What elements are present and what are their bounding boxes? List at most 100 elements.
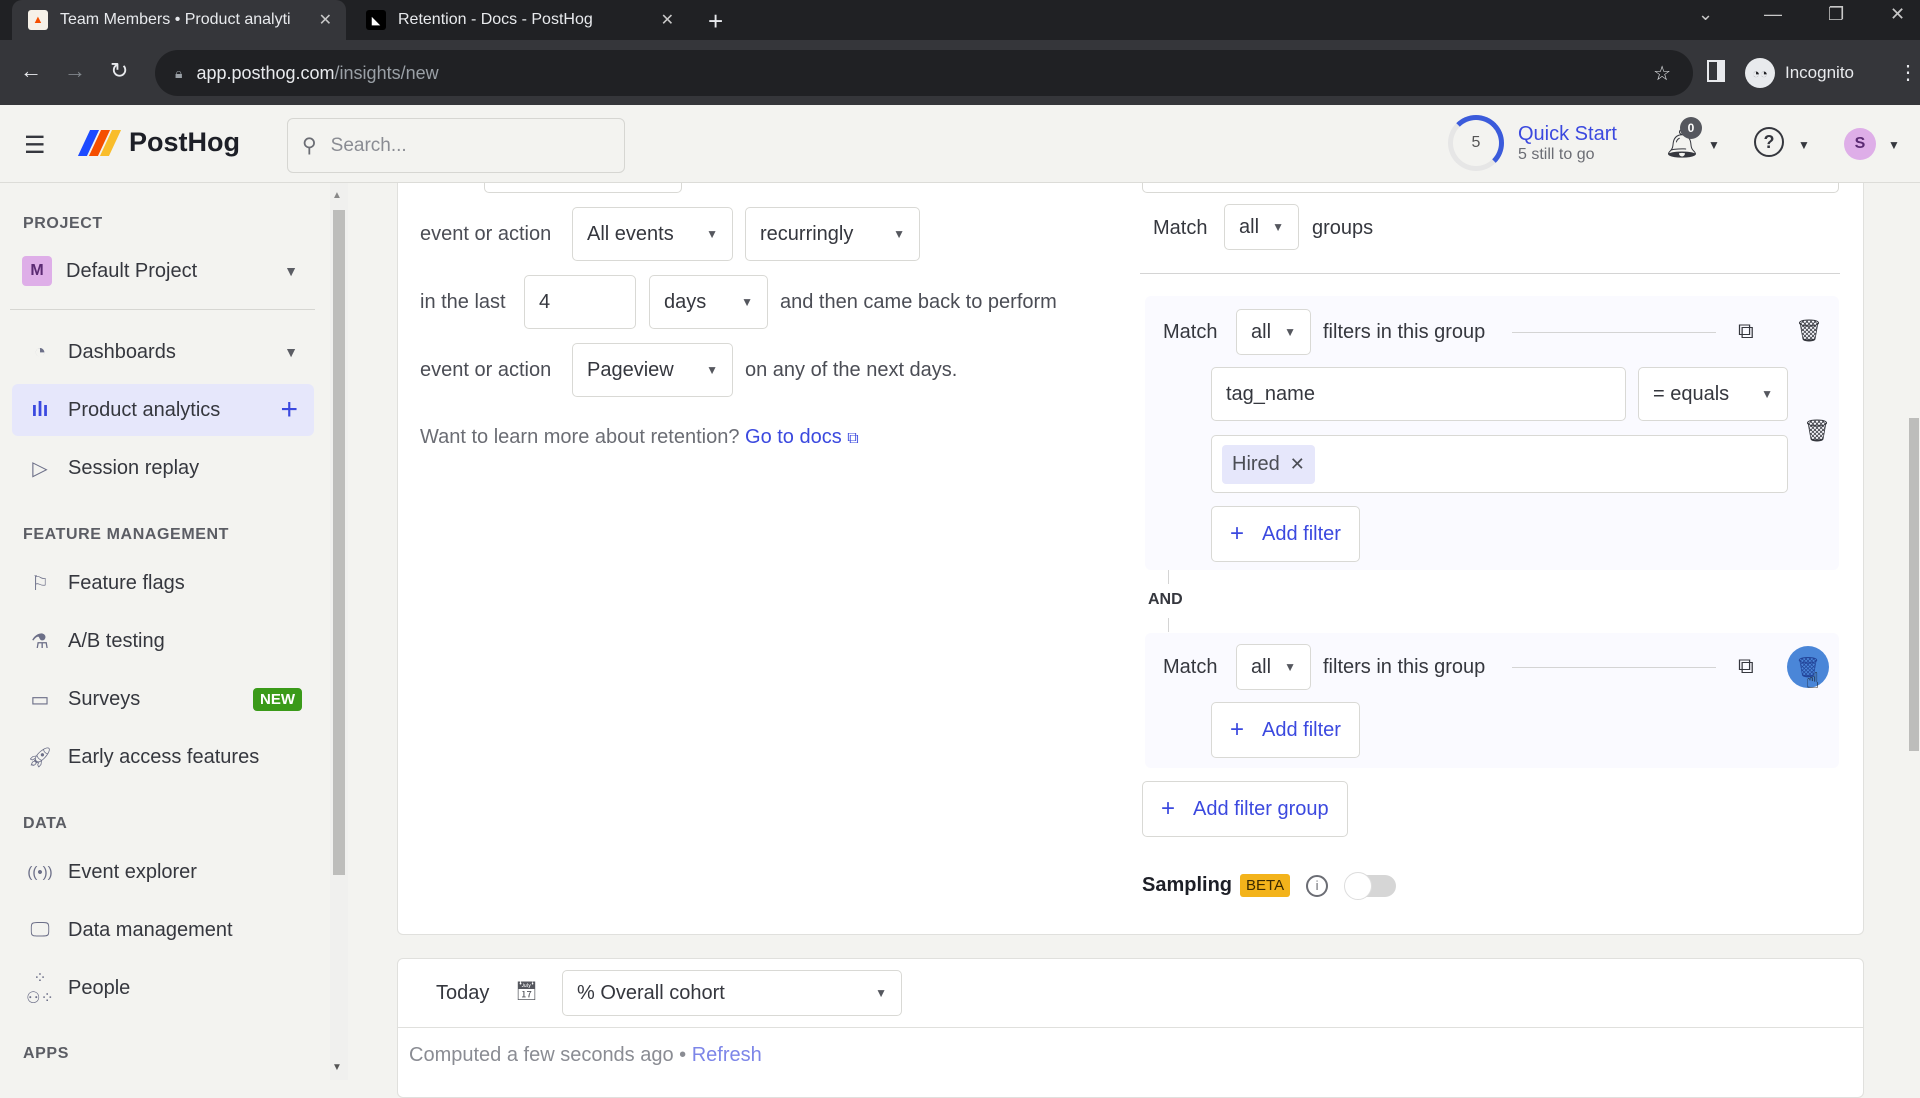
reload-icon[interactable]: ↻ (110, 58, 128, 84)
new-insight-plus-icon[interactable]: + (280, 393, 298, 427)
section-feature-management: FEATURE MANAGEMENT (23, 526, 230, 543)
caret-down-icon: ▼ (1284, 325, 1296, 339)
partial-select-above[interactable] (484, 183, 682, 193)
match-groups-select[interactable]: all ▼ (1224, 204, 1299, 250)
sidebar-item-surveys[interactable]: ▭ Surveys NEW (12, 673, 314, 725)
group1-add-filter-button[interactable]: + Add filter (1211, 506, 1360, 562)
close-tab-icon[interactable]: ✕ (661, 10, 674, 30)
returning-event-select[interactable]: Pageview ▼ (572, 343, 733, 397)
scroll-down-arrow-icon[interactable]: ▼ (332, 1062, 342, 1073)
side-panel-icon[interactable] (1707, 60, 1725, 82)
sidebar-scrollbar-thumb[interactable] (333, 210, 345, 875)
sidebar-item-product-analytics[interactable]: ılı Product analytics + (12, 384, 314, 436)
sampling-label: Sampling (1142, 874, 1233, 896)
add-filter-group-button[interactable]: + Add filter group (1142, 781, 1348, 837)
play-icon: ▷ (32, 457, 48, 480)
minimize-icon[interactable]: — (1764, 4, 1782, 25)
calendar-icon[interactable]: 📅︎ (515, 981, 538, 1002)
delete-filter-icon[interactable]: 🗑︎ (1803, 418, 1831, 444)
recurrence-select[interactable]: recurringly ▼ (745, 207, 920, 261)
group2-match-select[interactable]: all ▼ (1236, 644, 1311, 690)
period-unit-select[interactable]: days ▼ (649, 275, 768, 329)
caret-down-icon: ▼ (1284, 660, 1296, 674)
posthog-logo[interactable]: PostHog (77, 127, 240, 158)
go-to-docs-link[interactable]: Go to docs ⧉ (745, 426, 859, 448)
tab-search-chevron-icon[interactable]: ⌄ (1698, 4, 1713, 25)
select-value: = equals (1653, 382, 1730, 405)
back-icon[interactable]: ← (20, 58, 42, 84)
display-mode-select[interactable]: % Overall cohort ▼ (562, 970, 902, 1016)
group2-add-filter-button[interactable]: + Add filter (1211, 702, 1360, 758)
caret-down-icon: ▼ (741, 295, 753, 309)
delete-group-icon[interactable]: 🗑︎ (1795, 318, 1823, 344)
scroll-up-arrow-icon[interactable]: ▲ (332, 190, 342, 201)
new-tab-button[interactable]: + (708, 6, 723, 37)
quick-start-count: 5 (1471, 134, 1481, 151)
browser-tab-retention-docs[interactable]: ◣ Retention - Docs - PostHog ✕ (350, 0, 688, 40)
sampling-toggle[interactable] (1344, 871, 1397, 900)
forward-icon[interactable]: → (64, 58, 86, 84)
user-menu-caret-icon[interactable]: ▼ (1888, 138, 1900, 152)
caret-down-icon: ▼ (875, 986, 887, 1000)
date-range-label[interactable]: Today (436, 982, 489, 1005)
window-close-icon[interactable]: ✕ (1890, 4, 1905, 25)
sidebar-item-ab-testing[interactable]: ⚗ A/B testing (12, 615, 314, 667)
remove-value-icon[interactable]: ✕ (1290, 454, 1305, 475)
notifications-caret-icon[interactable]: ▼ (1708, 138, 1720, 152)
new-badge: NEW (253, 687, 302, 711)
close-tab-icon[interactable]: ✕ (319, 10, 332, 30)
caret-down-icon: ▼ (1761, 387, 1773, 401)
sidebar-item-people[interactable]: ⁘⚇⁘ People (12, 962, 314, 1014)
sidebar-item-data-management[interactable]: 🖵︎ Data management (12, 904, 314, 956)
hand-cursor-icon: ☝︎ (1806, 668, 1820, 693)
sidebar-item-label: Product analytics (68, 398, 221, 421)
filter-operator-select[interactable]: = equals ▼ (1638, 367, 1788, 421)
sidebar-item-label: Event explorer (68, 860, 197, 883)
url-path: /insights/new (334, 62, 439, 83)
value-chip-label: Hired (1232, 452, 1280, 475)
broadcast-icon: ((•)) (27, 863, 53, 881)
main-scrollbar-thumb[interactable] (1909, 418, 1919, 751)
refresh-link[interactable]: Refresh (692, 1044, 762, 1066)
filter-value-input[interactable]: Hired ✕ (1211, 435, 1788, 493)
info-icon[interactable]: i (1306, 874, 1329, 897)
caret-down-icon: ▼ (1272, 220, 1284, 234)
match-groups-label: Match (1153, 217, 1208, 239)
duplicate-group-icon[interactable]: ⧉ (1738, 653, 1754, 679)
search-input[interactable]: ⚲ Search... (287, 118, 625, 173)
duplicate-group-icon[interactable]: ⧉ (1738, 318, 1754, 344)
help-icon[interactable]: ? (1754, 127, 1784, 157)
quick-start-title: Quick Start (1518, 122, 1617, 145)
filter-property-input[interactable]: tag_name (1211, 367, 1626, 421)
value-chip: Hired ✕ (1222, 444, 1315, 484)
survey-icon: ▭ (30, 688, 50, 711)
sidebar-item-dashboards[interactable]: ◔ Dashboards ▼ (12, 326, 314, 378)
app-header: ☰ PostHog ⚲ Search... 5 Quick Start 5 st… (0, 105, 1920, 183)
sidebar-item-label: A/B testing (68, 629, 165, 652)
user-avatar[interactable]: S (1844, 128, 1876, 160)
database-icon: 🖵︎ (30, 918, 50, 941)
restore-icon[interactable]: ❐ (1828, 4, 1844, 25)
row3-suffix: on any of the next days. (745, 359, 958, 381)
sidebar-item-early-access-features[interactable]: 🚀︎ Early access features (12, 731, 314, 783)
url-bar[interactable]: 🔒︎ app.posthog.com/insights/new ☆ (155, 50, 1693, 96)
sidebar-item-feature-flags[interactable]: ⚐ Feature flags (12, 557, 314, 609)
project-switcher[interactable]: M Default Project ▼ (12, 245, 314, 297)
sidebar-item-event-explorer[interactable]: ((•)) Event explorer (12, 846, 314, 898)
group1-match-select[interactable]: all ▼ (1236, 309, 1311, 355)
partial-field-above[interactable] (1142, 183, 1839, 193)
chevron-down-icon[interactable]: ▼ (284, 344, 298, 360)
sidebar-toggle-icon[interactable]: ☰ (24, 131, 46, 160)
browser-tab-team-members[interactable]: ▲ Team Members • Product analyti ✕ (12, 0, 346, 40)
period-value-input[interactable]: 4 (524, 275, 636, 329)
quick-start-button[interactable]: 5 Quick Start 5 still to go (1448, 115, 1617, 171)
sidebar-item-session-replay[interactable]: ▷ Session replay (12, 442, 314, 494)
select-value: all (1251, 655, 1272, 678)
bookmark-star-icon[interactable]: ☆ (1653, 61, 1671, 86)
incognito-indicator[interactable]: ◔◔ Incognito (1745, 52, 1854, 94)
target-event-select[interactable]: All events ▼ (572, 207, 733, 261)
help-caret-icon[interactable]: ▼ (1798, 138, 1810, 152)
lock-icon: 🔒︎ (175, 64, 183, 81)
browser-menu-icon[interactable]: ⋮ (1898, 60, 1918, 85)
group-match-label: Match (1163, 656, 1218, 678)
